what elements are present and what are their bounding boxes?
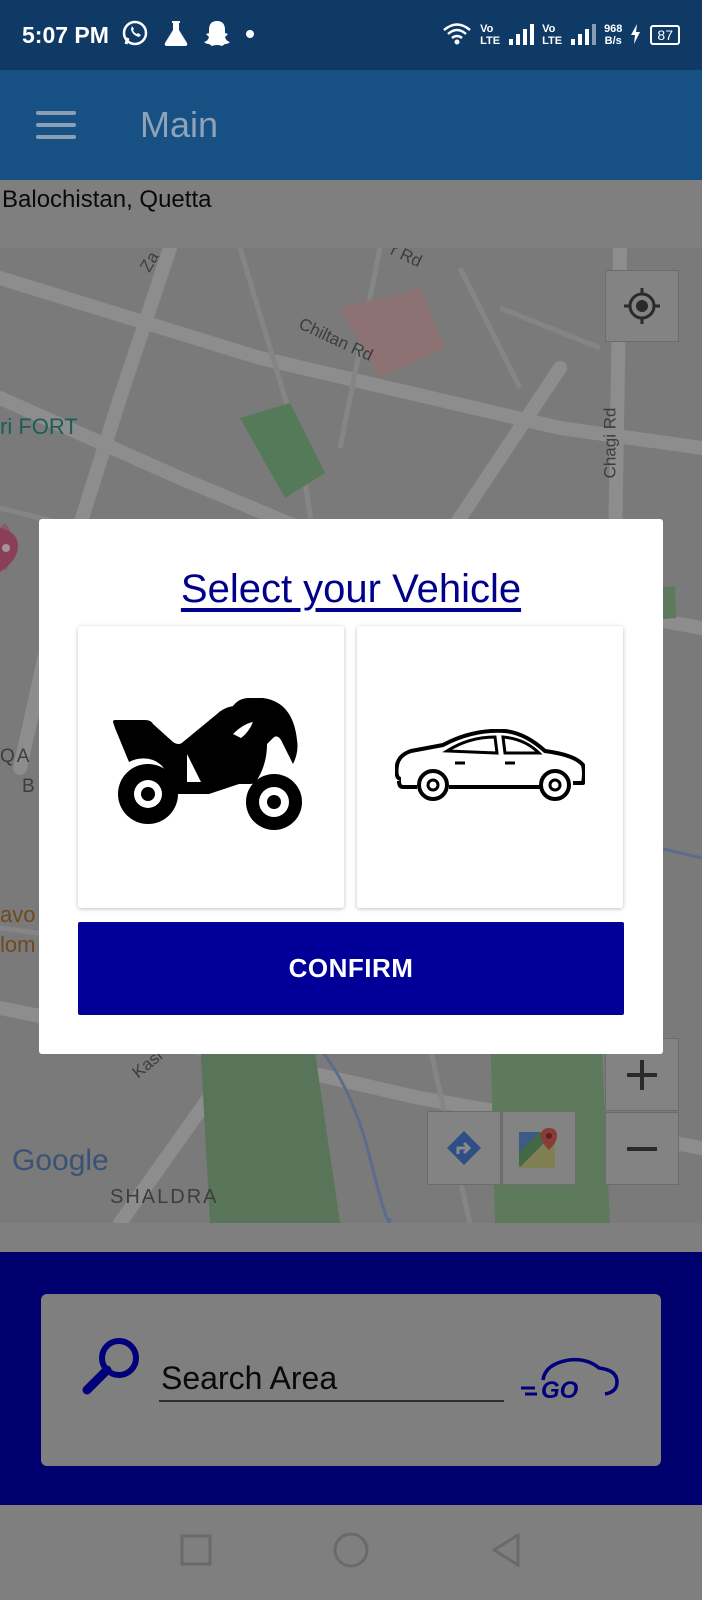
recents-square-icon[interactable] xyxy=(180,1534,212,1571)
signal-icon-2 xyxy=(570,23,597,48)
search-panel: GO xyxy=(0,1252,702,1505)
minus-icon xyxy=(627,1146,657,1151)
map-pin-icon xyxy=(0,528,20,577)
snapchat-icon xyxy=(203,19,231,52)
map-label-lom: lom xyxy=(0,932,36,957)
directions-icon xyxy=(447,1131,481,1165)
status-bar: 5:07 PM Vo LTE Vo LTE 968 B/s 87 xyxy=(0,0,702,70)
home-circle-icon[interactable] xyxy=(332,1531,370,1574)
go-logo-text: GO xyxy=(541,1377,579,1404)
zoom-out-button[interactable] xyxy=(605,1112,679,1185)
map-label-fort: ri FORT xyxy=(0,414,78,439)
google-maps-icon xyxy=(519,1128,557,1168)
map-label-b: B xyxy=(22,776,35,797)
google-logo: Google xyxy=(12,1144,109,1177)
search-input[interactable] xyxy=(159,1356,504,1402)
battery-indicator: 87 xyxy=(650,25,680,45)
location-bar: Balochistan, Quetta xyxy=(0,180,702,248)
charging-icon xyxy=(630,23,642,47)
network-speed: 968 B/s xyxy=(604,23,622,47)
signal-icon-1 xyxy=(508,23,535,48)
confirm-button[interactable]: CONFIRM xyxy=(78,922,624,1015)
lte2-bottom: LTE xyxy=(542,35,563,47)
motorcycle-option[interactable] xyxy=(78,626,344,908)
lte1-bottom: LTE xyxy=(480,35,501,47)
lte2-top: Vo xyxy=(542,23,556,35)
dialog-title[interactable]: Select your Vehicle xyxy=(39,567,663,612)
lte-indicator-1: Vo LTE xyxy=(480,23,500,47)
go-logo-icon: GO xyxy=(521,1354,621,1411)
status-right: Vo LTE Vo LTE 968 B/s 87 xyxy=(442,22,680,49)
plus-icon xyxy=(627,1059,657,1090)
map-label-qa: QA xyxy=(0,746,32,767)
open-in-maps-button[interactable] xyxy=(502,1111,576,1185)
whatsapp-icon xyxy=(121,19,149,52)
back-triangle-icon[interactable] xyxy=(490,1532,522,1572)
vehicle-select-dialog: Select your Vehicle CONFIRM xyxy=(39,519,663,1054)
my-location-button[interactable] xyxy=(605,270,679,342)
hamburger-menu-icon[interactable] xyxy=(36,111,76,139)
car-option[interactable] xyxy=(357,626,623,908)
lte-indicator-2: Vo LTE xyxy=(542,23,562,47)
flask-icon xyxy=(163,19,189,52)
search-card: GO xyxy=(41,1294,661,1466)
crosshair-icon xyxy=(624,288,660,324)
directions-button[interactable] xyxy=(427,1111,501,1185)
network-speed-value: 968 xyxy=(604,23,623,35)
network-speed-unit: B/s xyxy=(604,35,622,47)
app-bar: Main xyxy=(0,70,702,180)
map-label-chagi: Chagi Rd xyxy=(600,407,620,479)
search-icon[interactable] xyxy=(81,1334,143,1401)
lte1-top: Vo xyxy=(480,23,494,35)
wifi-icon xyxy=(442,22,472,49)
motorcycle-icon xyxy=(113,698,302,830)
status-time: 5:07 PM xyxy=(22,21,109,48)
system-nav-bar xyxy=(0,1505,702,1600)
notification-dot-icon xyxy=(245,26,255,44)
map-label-shaldra: SHALDRA xyxy=(110,1186,219,1208)
map-label-avo: avo xyxy=(0,902,36,927)
location-text: Balochistan, Quetta xyxy=(2,186,212,213)
car-icon xyxy=(395,729,585,801)
page-title: Main xyxy=(140,104,219,145)
